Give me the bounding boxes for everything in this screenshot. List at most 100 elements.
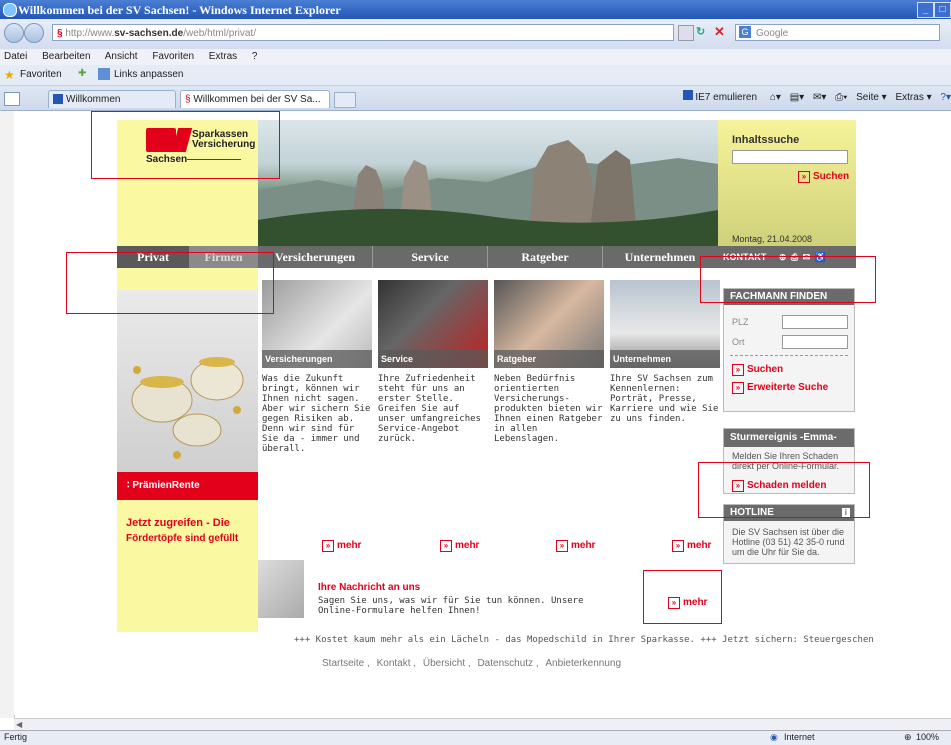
scroll-left-icon[interactable]: ◀ [16,720,26,729]
globe-icon: ◉ [770,732,778,742]
column-caption: Service [378,350,488,368]
ort-input[interactable] [782,335,848,349]
refresh-icon[interactable]: ↻ [696,25,710,39]
extended-search-label: Erweiterte Suche [747,382,829,393]
mehr-label: mehr [455,540,480,551]
star-icon: ★ [4,68,15,82]
sturm-title: Sturmereignis -Emma- [724,429,854,447]
fachmann-search-link[interactable]: » Suchen [732,363,783,376]
promo-subline[interactable]: Fördertöpfe sind gefüllt [126,533,238,544]
home-icon[interactable]: ⌂▾ [770,92,781,103]
extras-menu[interactable]: Extras [895,92,923,103]
help-icon[interactable]: ?▾ [940,92,951,103]
promo-image[interactable] [117,290,258,472]
mehr-versicherungen-link[interactable]: » mehr [322,540,361,552]
menu-bearbeiten[interactable]: Bearbeiten [42,51,90,62]
zoom-icon[interactable]: ⊕ [904,732,912,743]
arrow-icon: » [798,171,810,183]
menu-ansicht[interactable]: Ansicht [105,51,138,62]
menu-datei[interactable]: Datei [4,51,27,62]
plz-input[interactable] [782,315,848,329]
column-text: Was die Zukunft bringt, können wir Ihnen… [262,374,371,454]
footer-anbieterkennung[interactable]: Anbieterkennung [545,658,621,669]
column-text: Neben Bedürfnis orientierten Versicherun… [494,374,603,444]
emulate-icon [682,90,693,100]
command-bar: IE7 emulieren ⌂▾ ▤▾ ✉▾ ⎙▾ Seite ▾ Extras… [682,90,951,108]
address-path: /web/html/privat/ [183,28,256,39]
footer-uebersicht[interactable]: Übersicht [423,658,465,669]
dropdown-icon[interactable] [678,25,694,41]
menu-favoriten[interactable]: Favoriten [152,51,194,62]
annotation-box [698,462,870,518]
maximize-button[interactable]: □ [934,2,951,18]
menu-help[interactable]: ? [252,51,258,62]
address-prefix: http://www. [65,28,115,39]
promo-headline[interactable]: Jetzt zugreifen - Die [126,517,230,529]
mehr-unternehmen-link[interactable]: » mehr [672,540,711,552]
add-favorite-icon[interactable]: ✚ [78,68,86,79]
feeds-icon[interactable]: ▤▾ [790,92,804,103]
address-input[interactable]: § http://www.sv-sachsen.de/web/html/priv… [52,24,674,41]
security-zone[interactable]: Internet [784,732,815,742]
page-icon [98,68,110,80]
emulate-button[interactable]: IE7 emulieren [695,92,757,103]
favorites-button[interactable]: Favoriten [20,69,62,80]
arrow-icon: » [732,364,744,376]
mehr-label: mehr [337,540,362,551]
column-ratgeber: Ratgeber Neben Bedürfnis orientierten Ve… [494,280,604,444]
column-text: Ihre Zufriedenheit steht für uns an erst… [378,374,481,444]
minimize-button[interactable]: _ [917,2,934,18]
search-input[interactable]: Google [735,24,940,41]
mehr-service-link[interactable]: » mehr [440,540,479,552]
versicherungen-image[interactable]: Versicherungen [262,280,372,368]
quick-tabs-icon[interactable] [4,92,20,106]
tab-willkommen[interactable]: Willkommen [48,90,176,108]
window-title: Willkommen bei der SV Sachsen! - Windows… [18,3,341,17]
footer-startseite[interactable]: Startseite [322,658,364,669]
praemienrente-label: PrämienRente [132,480,200,491]
stop-icon[interactable]: ✕ [714,24,728,39]
nav-ratgeber[interactable]: Ratgeber [488,246,602,268]
annotation-box [643,570,722,624]
page-menu[interactable]: Seite [856,92,879,103]
news-ticker[interactable]: +++ Kostet kaum mehr als ein Lächeln - d… [294,635,874,645]
mail-icon[interactable]: ✉▾ [813,92,826,103]
column-caption: Ratgeber [494,350,604,368]
content-search-input[interactable] [732,150,848,164]
footer-kontakt[interactable]: Kontakt [377,658,411,669]
favorites-bar: ★ Favoriten ✚ Links anpassen [0,65,951,86]
forward-button[interactable] [24,23,44,43]
nav-versicherungen[interactable]: Versicherungen [258,246,372,268]
content-search-button[interactable]: » Suchen [798,170,849,183]
fachmann-finden-box: FACHMANN FINDEN PLZ Ort » Suchen » Erweite… [723,288,855,412]
tab-favicon-icon [53,94,63,105]
print-icon[interactable]: ⎙▾ [835,92,847,103]
annotation-box [700,256,876,303]
extended-search-link[interactable]: » Erweiterte Suche [732,381,828,394]
footer-links: Startseite , Kontakt , Übersicht , Daten… [322,658,622,669]
window-titlebar: Willkommen bei der SV Sachsen! - Windows… [0,0,951,19]
tab-sv-sachsen[interactable]: § Willkommen bei der SV Sa...✕ [180,90,330,108]
keyboard-image [258,560,304,618]
ratgeber-image[interactable]: Ratgeber [494,280,604,368]
praemienrente-banner[interactable]: ∶ PrämienRente [117,472,258,500]
service-image[interactable]: Service [378,280,488,368]
search-button-label: Suchen [813,171,850,182]
back-button[interactable] [4,23,24,43]
address-toolbar: § http://www.sv-sachsen.de/web/html/priv… [0,19,951,49]
links-button[interactable]: Links anpassen [114,69,184,80]
column-versicherungen: Versicherungen Was die Zukunft bringt, k… [262,280,372,454]
new-tab-button[interactable] [334,92,356,108]
nachricht-title[interactable]: Ihre Nachricht an uns [318,582,420,593]
menu-extras[interactable]: Extras [209,51,237,62]
arrow-icon: » [322,540,334,552]
arrow-icon: » [672,540,684,552]
sparkasse-s-icon: ∶ [127,480,130,491]
search-title: Inhaltssuche [732,134,800,146]
hero-image [258,120,718,246]
nav-service[interactable]: Service [373,246,487,268]
mehr-ratgeber-link[interactable]: » mehr [556,540,595,552]
google-icon: G [739,26,751,38]
zoom-level[interactable]: 100% [916,732,939,742]
footer-datenschutz[interactable]: Datenschutz [477,658,533,669]
